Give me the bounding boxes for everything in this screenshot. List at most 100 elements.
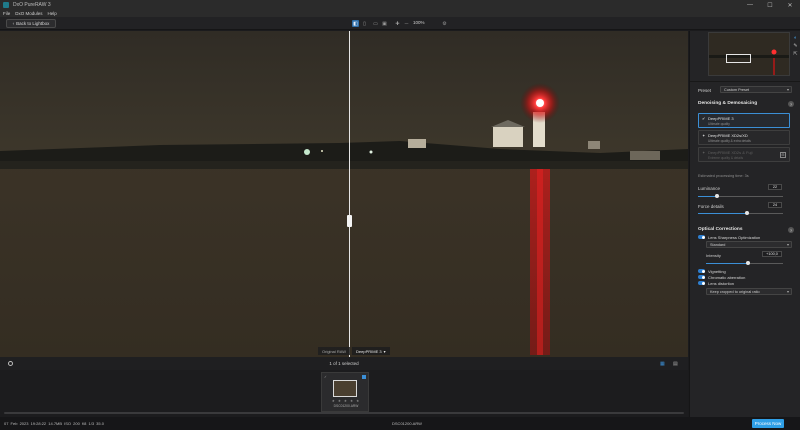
mode-title: DeepPRIME XD2s & Fuji: [708, 150, 753, 155]
compare-icon[interactable]: ⊟: [780, 152, 786, 158]
exif-metadata: 07 Feb 2023 19:28:22 14.7MB ISO 200 f/8 …: [4, 421, 104, 426]
check-icon: ✔: [702, 116, 706, 121]
chevron-down-icon: ▾: [786, 289, 789, 294]
image-viewer[interactable]: Original RAW DeepPRIME 3 ▾: [0, 31, 688, 357]
force-details-slider-thumb[interactable]: [745, 211, 750, 215]
chevron-down-icon: ▾: [383, 348, 386, 354]
status-filename: DSC01200.ARW: [392, 421, 422, 426]
luminance-input[interactable]: 22: [768, 184, 782, 190]
intensity-slider-thumb[interactable]: [746, 261, 751, 265]
back-to-lightbox-button[interactable]: ‹ Back to Lightbox: [6, 19, 56, 28]
maximize-button[interactable]: ☐: [760, 0, 780, 10]
luminance-slider-thumb[interactable]: [714, 194, 719, 198]
settings-gear-icon[interactable]: ⚙: [441, 20, 448, 27]
thumbnail-image: [333, 380, 357, 397]
split-view-icon[interactable]: ◧: [352, 20, 359, 27]
vignetting-toggle[interactable]: [698, 269, 705, 273]
menu-bar: File DxO Modules Help: [0, 10, 800, 17]
processed-label-text: DeepPRIME 3: [356, 348, 382, 354]
vignetting-label: Vignetting: [708, 269, 726, 274]
force-details-slider[interactable]: [698, 211, 783, 215]
close-button[interactable]: ✕: [780, 0, 800, 10]
mode-subtitle: Ultimate quality & extra details: [708, 138, 751, 143]
process-now-button[interactable]: Process Now: [752, 419, 784, 428]
lens-sharpness-value: Standard: [710, 242, 726, 247]
help-icon[interactable]: ?: [788, 101, 794, 107]
preset-select[interactable]: Custom Preset ▾: [720, 86, 792, 93]
distortion-mode-select[interactable]: Keep cropped to original ratio ▾: [706, 288, 792, 295]
chevron-down-icon: ▾: [786, 87, 789, 92]
side-by-side-icon[interactable]: ▯: [361, 20, 368, 27]
divider: [690, 81, 800, 82]
preset-select-value: Custom Preset: [724, 87, 750, 92]
intensity-label: Intensity: [706, 253, 721, 258]
help-icon[interactable]: ?: [788, 227, 794, 233]
distortion-mode-value: Keep cropped to original ratio: [710, 289, 760, 294]
selection-checkbox[interactable]: [362, 375, 366, 379]
selection-count: 1 of 1 selected: [329, 361, 359, 366]
toolbar: ‹ Back to Lightbox ◧ ▯ ▭ ▣ ✚ － 100% ⚙: [0, 17, 800, 30]
settings-panel: ◐ ✎ ⇱ Preset Custom Preset ▾ Denoising &…: [689, 31, 800, 417]
menu-help[interactable]: Help: [48, 11, 57, 16]
mode-title: DeepPRIME XD2s/XD: [708, 133, 748, 138]
mode-subtitle: Extreme quality & details: [708, 155, 744, 160]
navigator-view-box[interactable]: [726, 54, 751, 63]
intensity-slider[interactable]: [706, 261, 783, 265]
export-tool-icon[interactable]: ⇱: [792, 51, 799, 57]
force-details-slider-fill: [698, 213, 748, 214]
navigator-thumbnail[interactable]: [708, 32, 790, 76]
title-bar: DxO PureRAW 3 — ☐ ✕: [0, 0, 800, 10]
lens-sharpness-label: Lens Sharpness Optimization: [708, 235, 761, 240]
lens-sharpness-toggle[interactable]: [698, 235, 705, 239]
lens-distortion-toggle[interactable]: [698, 281, 705, 285]
processed-flag-icon: ✓: [324, 375, 327, 379]
compare-split-line[interactable]: [349, 31, 350, 357]
zoom-out-icon[interactable]: －: [403, 20, 410, 27]
denoise-tool-icon[interactable]: ◐: [792, 35, 799, 41]
luminance-slider[interactable]: [698, 194, 783, 198]
filmstrip-scrollbar[interactable]: [4, 412, 684, 414]
window-controls: — ☐ ✕: [740, 0, 800, 10]
chevron-left-icon: ‹: [12, 21, 15, 26]
mode-deepprime-xd-fuji[interactable]: ✦ DeepPRIME XD2s & Fuji Extreme quality …: [698, 147, 790, 162]
lens-distortion-label: Lens distortion: [708, 281, 735, 286]
panel-tool-icons: ◐ ✎ ⇱: [792, 35, 799, 57]
fit-screen-icon[interactable]: ▭: [372, 20, 379, 27]
mode-subtitle: Ultimate quality: [708, 121, 730, 126]
zoom-in-icon[interactable]: ✚: [394, 20, 401, 27]
minimize-button[interactable]: —: [740, 0, 760, 10]
zoom-value[interactable]: 100%: [413, 20, 425, 25]
processed-label[interactable]: DeepPRIME 3 ▾: [352, 347, 390, 355]
menu-file[interactable]: File: [3, 11, 10, 16]
original-raw-label: Original RAW: [318, 347, 351, 355]
chevron-down-icon: ▾: [786, 242, 789, 247]
intensity-input[interactable]: +100,0: [762, 251, 782, 257]
filmstrip-toolbar: 1 of 1 selected ▦ ▤: [0, 357, 688, 370]
mode-title: DeepPRIME 3: [708, 116, 734, 121]
menu-dxo-modules[interactable]: DxO Modules: [15, 11, 42, 16]
one-to-one-icon[interactable]: ▣: [381, 20, 388, 27]
sparkle-icon: ✦: [702, 133, 706, 138]
force-details-label: Force details: [698, 204, 724, 209]
chromatic-aberration-toggle[interactable]: [698, 275, 705, 279]
brush-tool-icon[interactable]: ✎: [792, 43, 799, 49]
grid-view-icon[interactable]: ▦: [660, 361, 665, 367]
window-title: DxO PureRAW 3: [13, 2, 51, 8]
mode-deepprime-3[interactable]: ✔ DeepPRIME 3 Ultimate quality: [698, 113, 790, 128]
force-details-input[interactable]: 24: [768, 202, 782, 208]
denoise-section-title: Denoising & Demosaicing: [698, 101, 758, 106]
lighthouse-photo: [0, 31, 688, 357]
status-bar: 07 Feb 2023 19:28:22 14.7MB ISO 200 f/8 …: [0, 417, 800, 430]
list-view-icon[interactable]: ▤: [673, 361, 678, 367]
mode-deepprime-xd[interactable]: ✦ DeepPRIME XD2s/XD Ultimate quality & e…: [698, 130, 790, 145]
filmstrip: ✓ ★ ★ ★ ★ ★ DSC01200.ARW: [0, 370, 688, 417]
luminance-label: Luminance: [698, 186, 721, 191]
thumbnail-card[interactable]: ✓ ★ ★ ★ ★ ★ DSC01200.ARW: [321, 372, 369, 412]
rating-stars[interactable]: ★ ★ ★ ★ ★: [322, 399, 370, 403]
estimate-text: Estimated processing time: 3s: [698, 174, 749, 178]
chromatic-aberration-label: Chromatic aberration: [708, 275, 746, 280]
intensity-slider-fill: [706, 263, 749, 264]
lens-sharpness-select[interactable]: Standard ▾: [706, 241, 792, 248]
preset-label: Preset: [698, 88, 712, 93]
compare-split-handle[interactable]: [347, 215, 352, 227]
